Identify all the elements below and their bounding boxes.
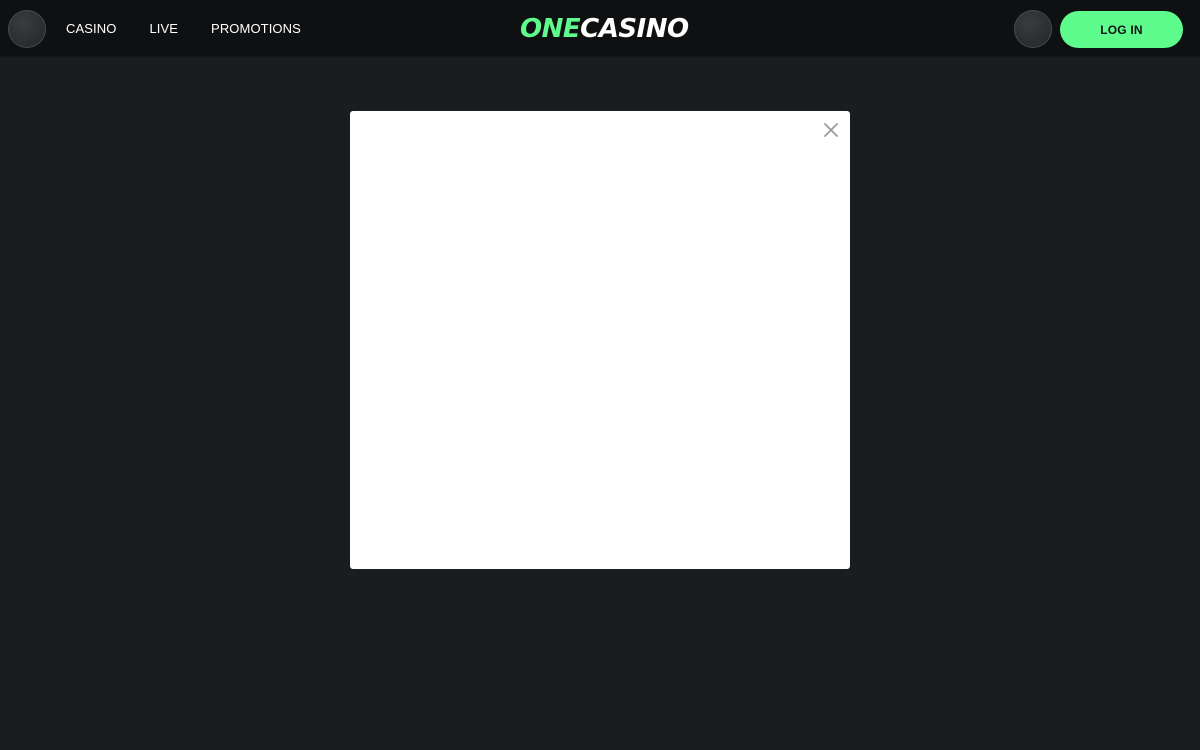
menu-avatar-icon[interactable]	[8, 10, 46, 48]
login-button[interactable]: LOG IN	[1060, 11, 1183, 48]
nav-item-live[interactable]: LIVE	[149, 21, 178, 36]
logo-wordmark: ONECASINO	[520, 14, 689, 44]
nav-item-promotions[interactable]: PROMOTIONS	[211, 21, 301, 36]
site-logo[interactable]: ONECASINO	[520, 14, 689, 44]
modal-dialog	[350, 111, 850, 569]
nav-item-casino[interactable]: CASINO	[66, 21, 116, 36]
logo-one-text: ONE	[520, 14, 581, 44]
top-navigation-bar: CASINO LIVE PROMOTIONS ONECASINO LOG IN	[0, 0, 1200, 57]
logo-casino-text: CASINO	[580, 14, 689, 44]
profile-avatar-icon[interactable]	[1014, 10, 1052, 48]
close-icon[interactable]	[823, 122, 839, 138]
main-nav: CASINO LIVE PROMOTIONS	[66, 0, 301, 57]
